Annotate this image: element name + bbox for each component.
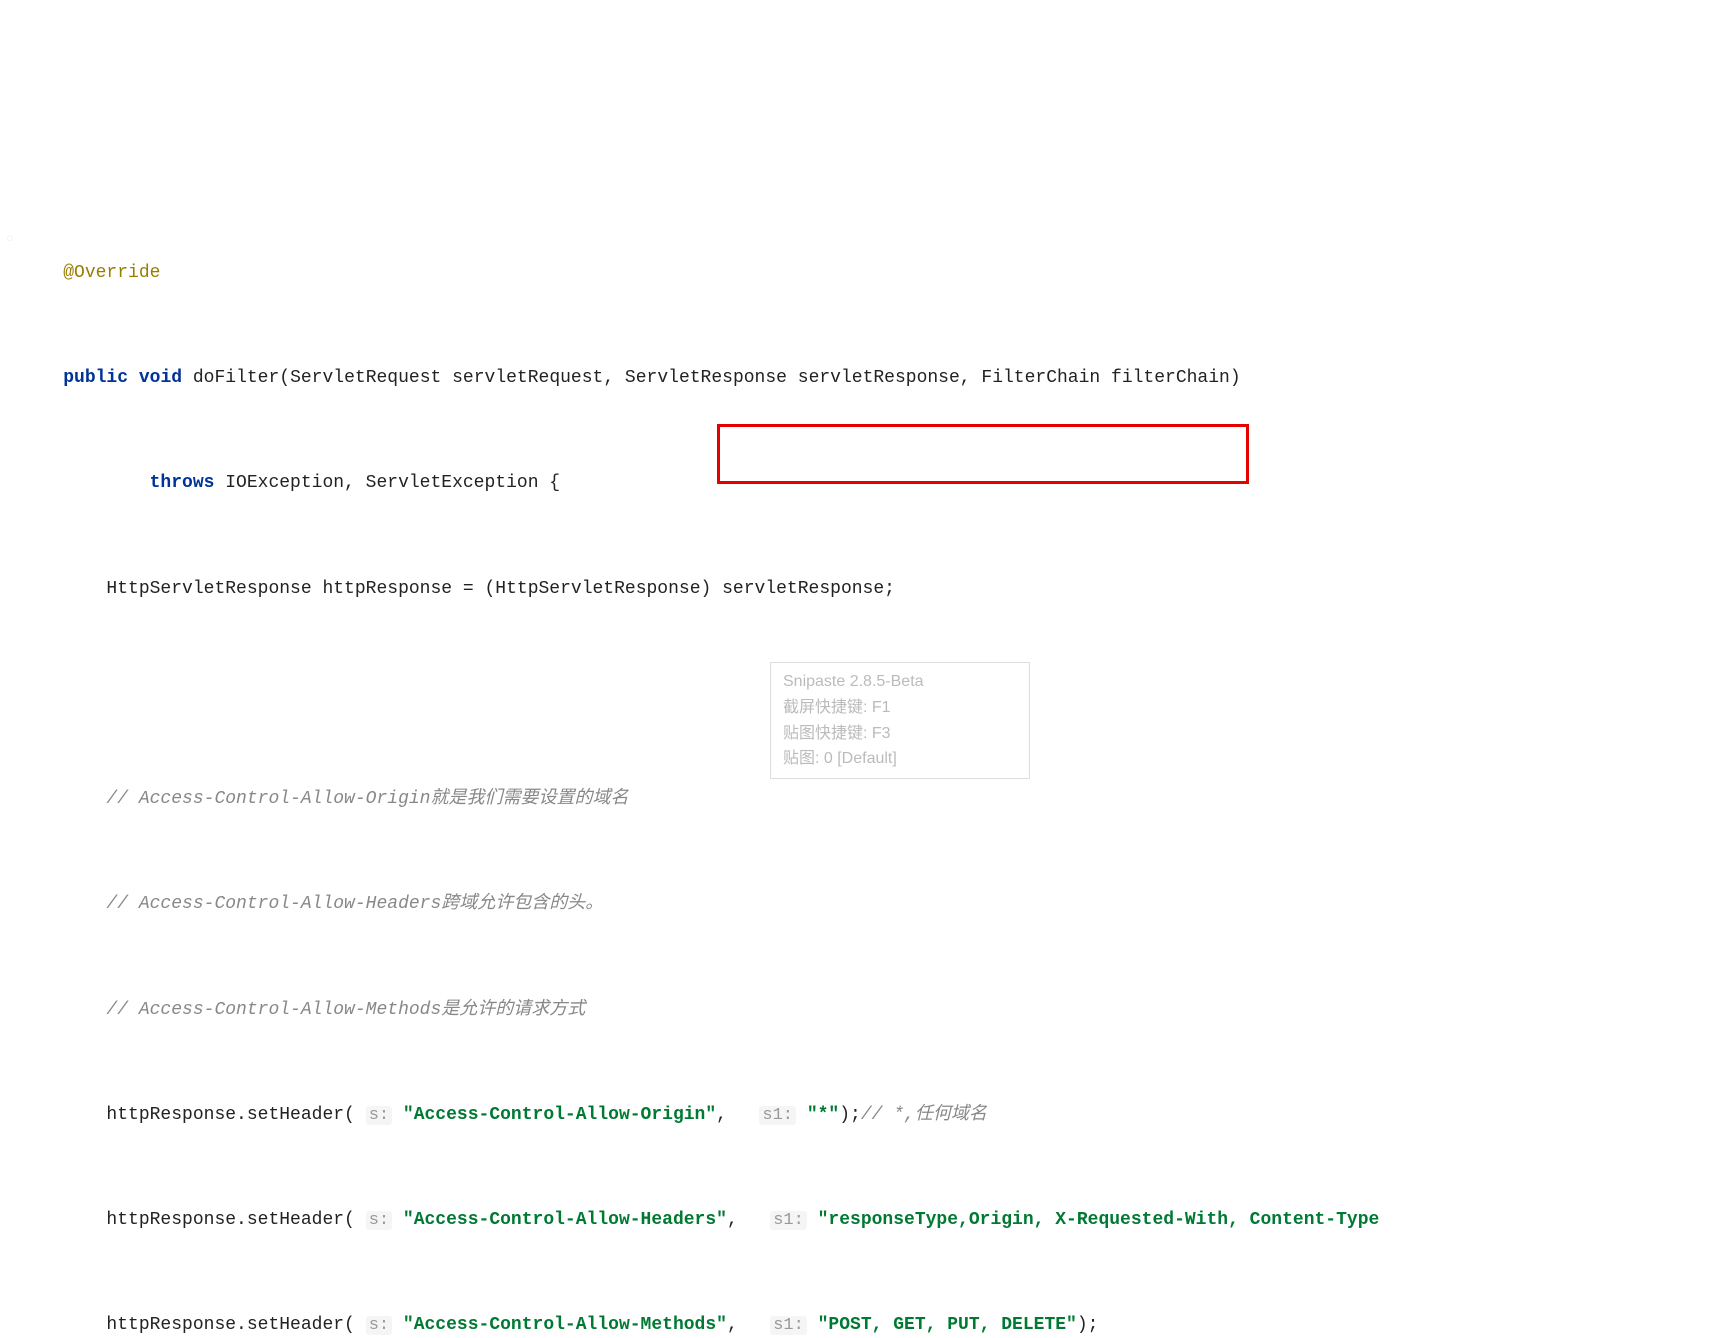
method-call: httpResponse.setHeader( <box>106 1210 354 1230</box>
code-editor-view: ○ @Override public void doFilter(Servlet… <box>0 150 1715 1338</box>
paren-close: ); <box>839 1105 861 1125</box>
code-line: // Access-Control-Allow-Headers跨域允许包含的头。 <box>0 887 1715 922</box>
param-hint: s: <box>366 1106 392 1125</box>
string-literal: "POST, GET, PUT, DELETE" <box>818 1315 1077 1335</box>
string-literal: "Access-Control-Allow-Methods" <box>403 1315 727 1335</box>
string-literal: "Access-Control-Allow-Origin" <box>403 1105 716 1125</box>
code-line: @Override <box>0 256 1715 291</box>
code-line: // Access-Control-Allow-Methods是允许的请求方式 <box>0 993 1715 1028</box>
code-line: throws IOException, ServletException { <box>0 466 1715 501</box>
code-line: httpResponse.setHeader( s: "Access-Contr… <box>0 1308 1715 1338</box>
separator: , <box>727 1210 770 1230</box>
param-hint: s: <box>366 1316 392 1335</box>
comment: // *,任何域名 <box>861 1105 987 1125</box>
param-hint: s1: <box>770 1316 807 1335</box>
param-hint: s1: <box>770 1211 807 1230</box>
string-literal: "responseType,Origin, X-Requested-With, … <box>818 1210 1380 1230</box>
throws-clause: IOException, ServletException { <box>214 473 560 493</box>
snipaste-tooltip: Snipaste 2.8.5-Beta 截屏快捷键: F1 贴图快捷键: F3 … <box>770 662 1030 778</box>
tooltip-line: 截屏快捷键: F1 <box>783 695 1017 721</box>
tooltip-line: Snipaste 2.8.5-Beta <box>783 669 1017 695</box>
keyword-void: void <box>139 368 182 388</box>
param-hint: s1: <box>759 1106 796 1125</box>
comment: // Access-Control-Allow-Methods是允许的请求方式 <box>106 1000 585 1020</box>
code-line: HttpServletResponse httpResponse = (Http… <box>0 572 1715 607</box>
separator: , <box>727 1315 770 1335</box>
statement: HttpServletResponse httpResponse = (Http… <box>106 579 895 599</box>
keyword-throws: throws <box>150 473 215 493</box>
method-call: httpResponse.setHeader( <box>106 1315 354 1335</box>
comment: // Access-Control-Allow-Headers跨域允许包含的头。 <box>106 894 603 914</box>
method-signature: doFilter(ServletRequest servletRequest, … <box>182 368 1241 388</box>
tooltip-line: 贴图快捷键: F3 <box>783 721 1017 747</box>
code-line: public void doFilter(ServletRequest serv… <box>0 361 1715 396</box>
string-literal: "Access-Control-Allow-Headers" <box>403 1210 727 1230</box>
code-line: // Access-Control-Allow-Origin就是我们需要设置的域… <box>0 782 1715 817</box>
string-literal: "*" <box>807 1105 839 1125</box>
code-line: httpResponse.setHeader( s: "Access-Contr… <box>0 1203 1715 1238</box>
keyword-public: public <box>63 368 128 388</box>
method-call: httpResponse.setHeader( <box>106 1105 354 1125</box>
paren-close: ); <box>1077 1315 1099 1335</box>
tooltip-line: 贴图: 0 [Default] <box>783 746 1017 772</box>
param-hint: s: <box>366 1211 392 1230</box>
comment: // Access-Control-Allow-Origin就是我们需要设置的域… <box>106 789 628 809</box>
gutter-override-icon: ○ <box>0 226 20 251</box>
separator: , <box>716 1105 759 1125</box>
code-line: httpResponse.setHeader( s: "Access-Contr… <box>0 1098 1715 1133</box>
annotation: @Override <box>63 263 160 283</box>
